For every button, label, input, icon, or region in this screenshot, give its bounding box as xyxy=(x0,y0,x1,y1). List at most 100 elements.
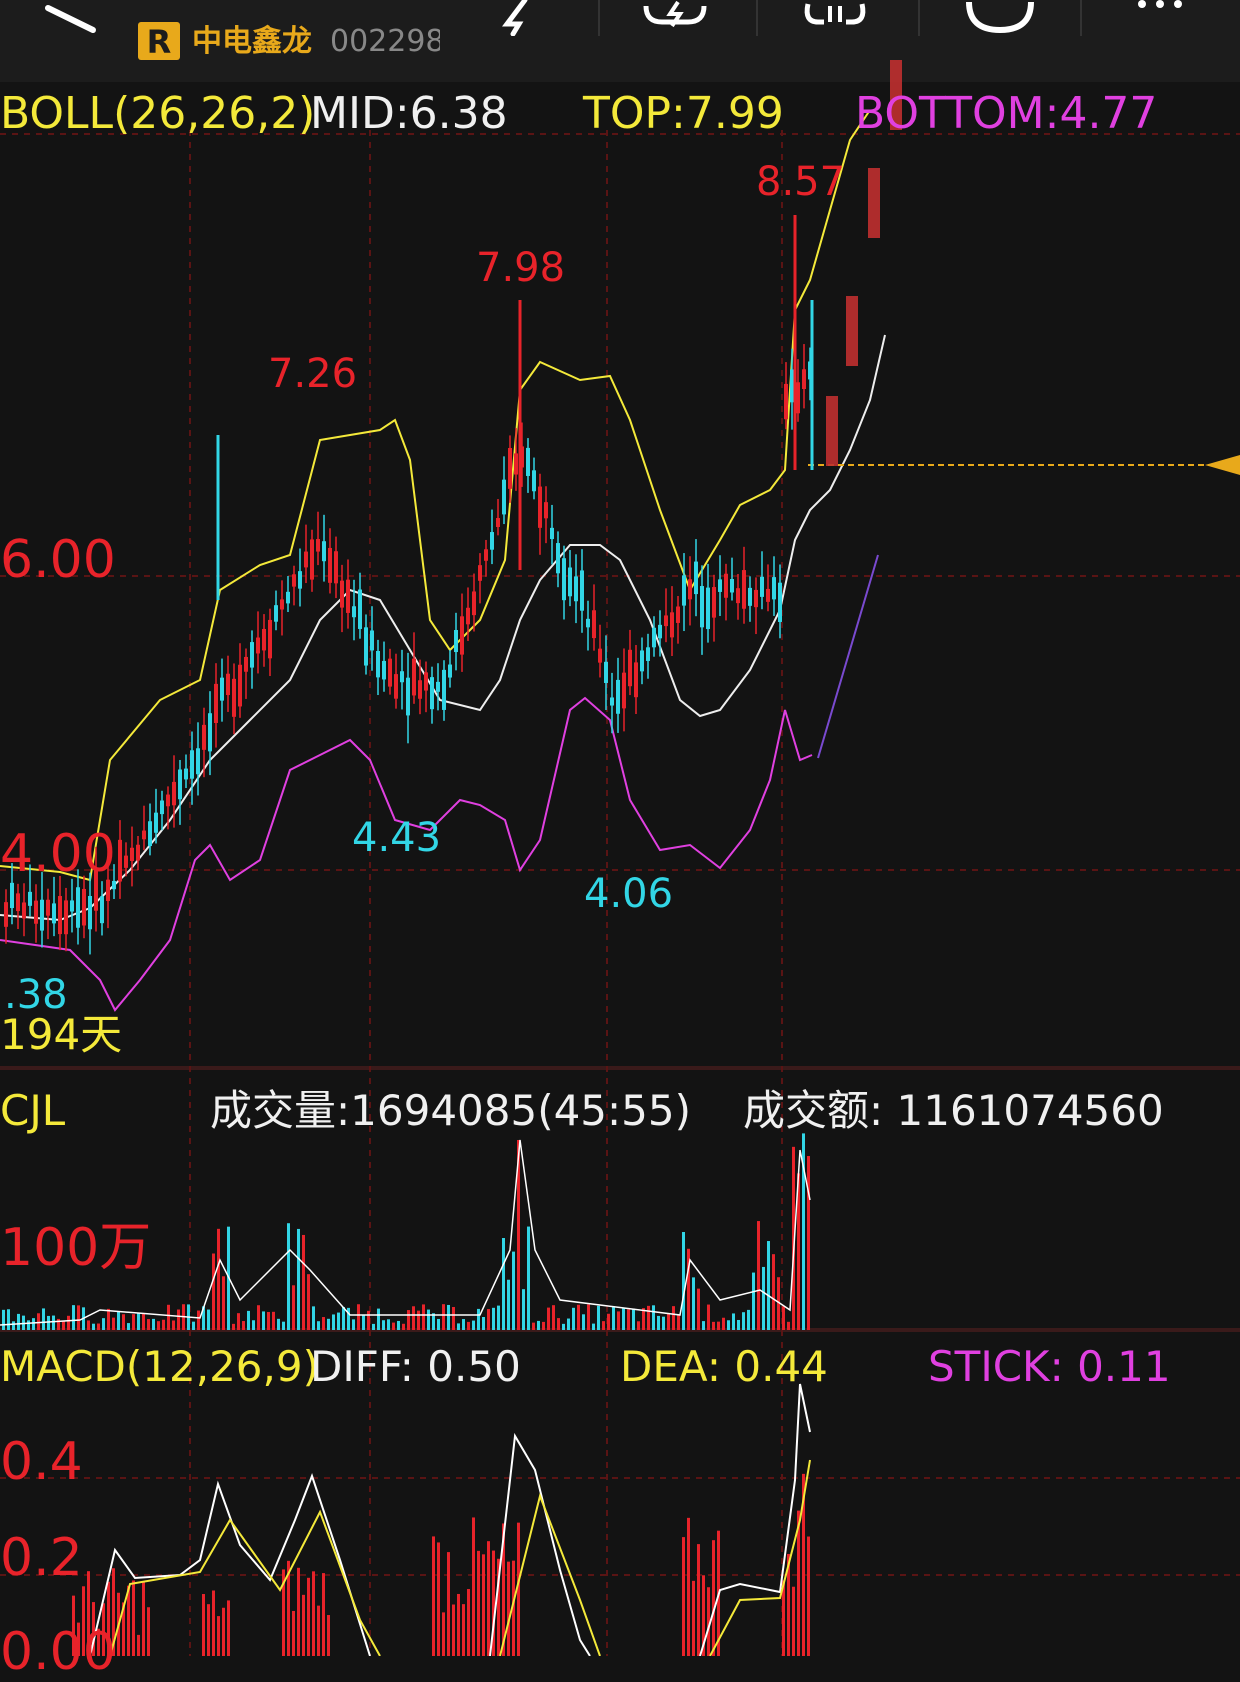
volume-bar xyxy=(267,1311,270,1330)
candle-body xyxy=(778,582,782,622)
candle-body xyxy=(706,587,710,630)
volume-bar xyxy=(67,1315,70,1330)
macd-histogram-bar xyxy=(207,1604,210,1656)
candle-body xyxy=(700,586,704,628)
volume-bar xyxy=(52,1315,55,1330)
boll-label: BOLL(26,26,2) xyxy=(0,88,316,139)
candle-body xyxy=(148,821,152,847)
candle-body xyxy=(652,627,656,648)
volume-bar xyxy=(47,1315,50,1330)
volume-bar xyxy=(772,1254,775,1330)
macd-histogram-bar xyxy=(507,1561,510,1656)
macd-histogram-bar xyxy=(697,1544,700,1656)
volume-bar xyxy=(77,1305,80,1330)
candle-body xyxy=(688,579,692,600)
macd-histogram-bar xyxy=(322,1573,325,1656)
candle-body xyxy=(592,610,596,639)
candle-body xyxy=(574,576,578,602)
volume-bar xyxy=(487,1309,490,1330)
volume-bar xyxy=(492,1307,495,1330)
candle-body xyxy=(220,677,224,701)
volume-bar xyxy=(397,1320,400,1330)
candle-body xyxy=(256,637,260,654)
candle-body xyxy=(802,369,806,390)
macd-histogram-bar xyxy=(472,1517,475,1656)
candle-body xyxy=(292,574,296,587)
macd-histogram-bar xyxy=(302,1594,305,1656)
volume-bar xyxy=(97,1323,100,1330)
candle-body xyxy=(184,768,188,780)
volume-bar xyxy=(212,1253,215,1330)
candle-body xyxy=(754,589,758,608)
volume-bar xyxy=(72,1305,75,1330)
candle-body xyxy=(736,588,740,604)
candle-body xyxy=(76,887,80,928)
candle-body xyxy=(610,697,614,706)
volume-bar xyxy=(662,1316,665,1330)
volume-bar xyxy=(442,1304,445,1330)
chart-canvas[interactable] xyxy=(0,0,1240,1656)
volume-bar xyxy=(637,1321,640,1330)
volume-bar xyxy=(327,1318,330,1330)
candle-body xyxy=(154,812,158,833)
candle-body xyxy=(640,650,644,672)
candle-body xyxy=(52,903,56,924)
macd-histogram-bar xyxy=(307,1577,310,1656)
candle-body xyxy=(694,561,698,595)
candle-body xyxy=(556,543,560,574)
candle-body xyxy=(118,839,122,882)
volume-bar xyxy=(352,1319,355,1330)
candle-body xyxy=(340,580,344,608)
volume-bar xyxy=(7,1309,10,1330)
volume-bar xyxy=(707,1304,710,1330)
projection-line xyxy=(817,554,879,759)
volume-bar xyxy=(807,1156,810,1330)
volume-bar xyxy=(407,1310,410,1330)
volume-bar xyxy=(607,1313,610,1330)
volume-bar xyxy=(682,1232,685,1330)
high-price-label: 7.26 xyxy=(268,351,358,397)
macd-histogram-bar xyxy=(712,1540,715,1656)
volume-bar xyxy=(467,1321,470,1330)
candle-body xyxy=(568,567,572,597)
candle-body xyxy=(646,647,650,661)
volume-bar xyxy=(612,1306,615,1330)
macd-histogram-bar xyxy=(792,1586,795,1656)
volume-bar xyxy=(717,1321,720,1330)
macd-histogram-bar xyxy=(202,1594,205,1656)
macd-axis-label: 0.2 xyxy=(0,1528,83,1588)
volume-bar xyxy=(602,1321,605,1330)
volume-bar xyxy=(387,1319,390,1330)
candle-body xyxy=(190,750,194,779)
macd-histogram-bar xyxy=(292,1610,295,1656)
volume-bar xyxy=(622,1308,625,1330)
volume-bar xyxy=(532,1322,535,1330)
candle-body xyxy=(580,570,584,611)
volume-bar xyxy=(342,1306,345,1330)
macd-histogram-bar xyxy=(452,1604,455,1656)
boll-mid: MID:6.38 xyxy=(310,88,508,139)
volume-bar xyxy=(17,1313,20,1330)
candle-body xyxy=(202,724,206,750)
candle-body xyxy=(526,447,530,476)
volume-bar xyxy=(217,1228,220,1330)
low-price-label: 4.06 xyxy=(584,871,674,917)
macd-histogram-bar xyxy=(142,1581,145,1656)
candle-body xyxy=(40,899,44,931)
candle-body xyxy=(160,800,164,815)
macd-axis-label: 0.4 xyxy=(0,1432,83,1492)
volume-bar xyxy=(697,1288,700,1330)
candle-body xyxy=(466,607,470,625)
volume-bar xyxy=(657,1315,660,1330)
high-price-label: 8.57 xyxy=(756,159,846,205)
candle-body xyxy=(790,369,794,403)
volume-bar xyxy=(392,1322,395,1330)
candle-body xyxy=(424,672,428,691)
candle-body xyxy=(178,769,182,800)
price-axis-label: 4.00 xyxy=(0,824,116,884)
volume-bar xyxy=(497,1305,500,1330)
candle-body xyxy=(598,648,602,663)
volume-bar xyxy=(172,1320,175,1330)
candle-body xyxy=(16,893,20,912)
candle-body xyxy=(346,579,350,613)
